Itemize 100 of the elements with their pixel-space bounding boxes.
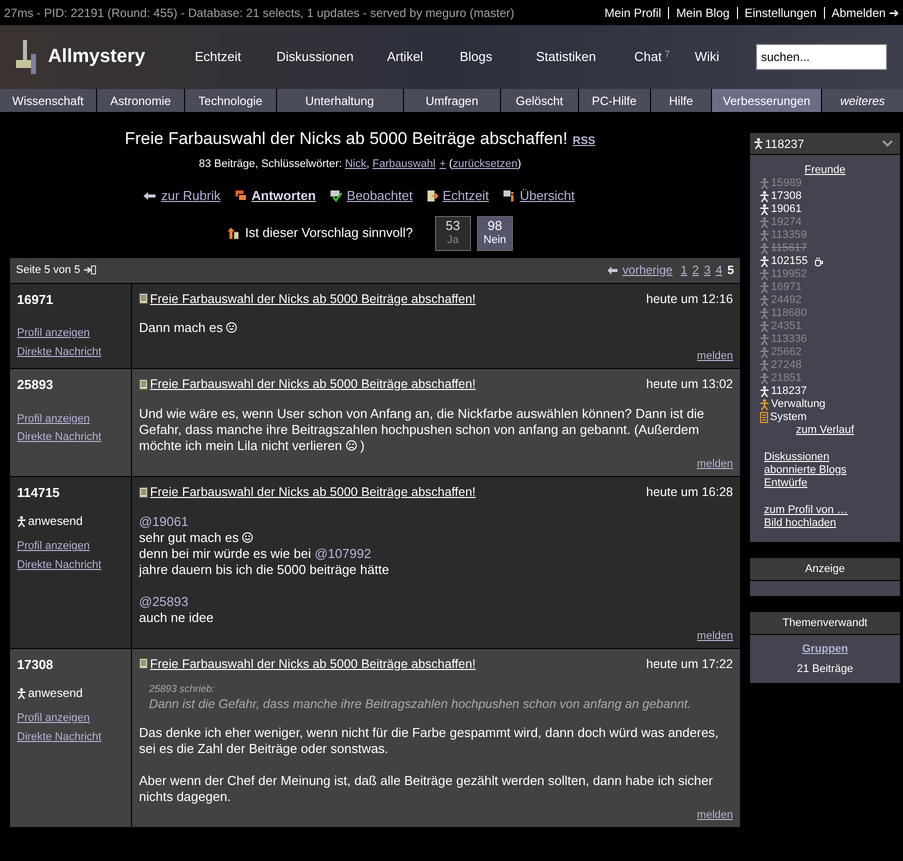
friend-link[interactable]: 118237	[771, 385, 807, 398]
sidebar-link[interactable]: zum Profil von …	[764, 504, 848, 517]
info-bubble-icon	[502, 190, 515, 202]
username: 118237	[765, 136, 804, 152]
action-link[interactable]: Beobachtet	[346, 186, 413, 206]
top-link[interactable]: Mein Blog	[676, 4, 730, 22]
nav-link[interactable]: Artikel	[370, 47, 440, 67]
post-title-link[interactable]: Freie Farbauswahl der Nicks ab 5000 Beiträge abschaffen!	[150, 482, 476, 502]
poll-vote-button[interactable]: 98 Nein	[476, 216, 513, 250]
jump-arrow-icon	[84, 265, 96, 275]
friend-link[interactable]: Verwaltung	[771, 398, 826, 411]
profile-link[interactable]: Direkte Nachricht	[17, 344, 102, 360]
rss-link[interactable]: RSS	[572, 133, 596, 150]
mention-link[interactable]: @107992	[314, 546, 372, 560]
mention-link[interactable]: @25893	[139, 594, 188, 608]
report-link[interactable]: melden	[696, 458, 733, 471]
quote-author: 25893 schrieb:	[149, 683, 216, 698]
mention-link[interactable]: @19061	[139, 514, 188, 528]
post-text: jahre dauern bis ich die 5000 beiträge hätte	[139, 562, 390, 578]
profile-link[interactable]: Profil anzeigen	[17, 325, 90, 342]
search-field[interactable]: suchen...	[756, 44, 887, 70]
profile-link[interactable]: Direkte Nachricht	[17, 556, 102, 574]
post-title-link[interactable]: Freie Farbauswahl der Nicks ab 5000 Beiträge abschaffen!	[150, 375, 476, 394]
category-tab[interactable]: Unterhaltung	[276, 89, 403, 112]
friend-link[interactable]: 19061	[771, 203, 802, 216]
page-link[interactable]: 5	[727, 261, 734, 279]
presence-status: anwesend	[28, 685, 83, 702]
smiley-icon	[242, 532, 254, 542]
nav-link[interactable]: Chat $^{7}$	[620, 47, 684, 67]
action-link[interactable]: zur Rubrik	[161, 186, 220, 206]
category-tab[interactable]: weiteres	[822, 89, 903, 112]
sidebar-link[interactable]: Bild hochladen	[764, 517, 836, 530]
nav-link[interactable]: Diskussionen	[260, 47, 370, 67]
person-icon	[760, 373, 769, 384]
history-link[interactable]: zum Verlauf	[796, 424, 854, 436]
person-icon	[760, 399, 769, 410]
nav-link[interactable]: Echtzeit	[176, 47, 260, 67]
top-link[interactable]: Einstellungen	[744, 4, 817, 22]
report-link[interactable]: melden	[696, 809, 733, 822]
profile-link[interactable]: Profil anzeigen	[17, 710, 90, 726]
document-icon	[139, 486, 148, 498]
site-logo-text: Allmystery	[48, 44, 146, 69]
previous-page-link[interactable]: vorherige	[622, 261, 673, 279]
category-tab[interactable]: PC-Hilfe	[578, 89, 650, 112]
nav-link[interactable]: Statistiken	[512, 47, 620, 67]
post-text: Und wie wäre es, wenn User schon von Anfang an, die Nickfarbe auswählen können? Dann ist die Gefahr, dass manche ihre Beitragszahlen hochpushen schon von anfang an gebannt. (Außerdem möchte ich mein Lila nicht verlieren )	[139, 406, 706, 454]
category-tab[interactable]: Gelöscht	[501, 89, 578, 112]
thread-meta: 83 Beiträge, Schlüsselwörter: Nick, Farbauswahl + (zurücksetzen)	[198, 156, 522, 172]
page-link[interactable]: 4	[716, 261, 722, 279]
report-link[interactable]: melden	[696, 350, 733, 363]
nav-link[interactable]: Wiki	[684, 47, 730, 67]
poll-vote-button[interactable]: 53 Ja	[434, 216, 471, 250]
logo-icon	[16, 40, 38, 74]
profile-link[interactable]: Direkte Nachricht	[17, 728, 102, 745]
person-icon	[760, 347, 769, 358]
report-link[interactable]: melden	[696, 630, 733, 642]
category-tab[interactable]: Wissenschaft	[0, 89, 96, 112]
document-icon	[760, 412, 768, 423]
related-group-link[interactable]: Gruppen	[802, 641, 848, 658]
top-link[interactable]: Mein Profil	[604, 4, 662, 22]
friend-link[interactable]: 102155	[771, 255, 808, 268]
page-link[interactable]: 1	[680, 261, 688, 279]
page-link[interactable]: 2	[692, 261, 699, 279]
post-title-link[interactable]: Freie Farbauswahl der Nicks ab 5000 Beiträge abschaffen!	[150, 290, 476, 308]
post-text: denn bei mir würde es wie bei @107992	[139, 546, 372, 562]
sidebar-link[interactable]: Entwürfe	[764, 477, 808, 490]
page-count-text: Seite 5 von 5	[16, 262, 80, 278]
user-menu-header[interactable]: 118237	[750, 133, 900, 155]
person-icon	[760, 334, 769, 345]
keyword-link[interactable]: +	[439, 158, 446, 170]
friends-heading-link[interactable]: Freunde	[804, 164, 846, 176]
profile-link[interactable]: Direkte Nachricht	[17, 429, 102, 446]
category-tab[interactable]: Verbesserungen	[712, 89, 822, 112]
action-link[interactable]: Echtzeit	[442, 186, 489, 206]
friend-link[interactable]: System	[770, 411, 807, 424]
top-link[interactable]: Abmelden ➔	[832, 4, 899, 22]
sidebar-link[interactable]: abonnierte Blogs	[764, 464, 847, 477]
author-name: 114715	[17, 484, 61, 502]
profile-link[interactable]: Profil anzeigen	[17, 538, 90, 555]
person-icon	[760, 269, 769, 280]
friend-link[interactable]: 17308	[771, 190, 802, 203]
post-time: heute um 13:02	[646, 376, 733, 393]
category-tab[interactable]: Astronomie	[96, 89, 184, 112]
keyword-link[interactable]: Farbauswahl	[372, 158, 436, 170]
action-link[interactable]: Antworten	[252, 186, 316, 206]
profile-link[interactable]: Profil anzeigen	[17, 410, 90, 427]
keyword-link[interactable]: zurücksetzen	[452, 158, 518, 170]
document-icon	[139, 658, 148, 670]
sidebar-link[interactable]: Diskussionen	[764, 451, 830, 464]
category-tab[interactable]: Technologie	[185, 89, 276, 112]
keyword-link[interactable]: Nick	[344, 158, 366, 170]
page-link[interactable]: 3	[704, 261, 711, 279]
action-link[interactable]: Übersicht	[520, 186, 575, 206]
person-icon	[760, 191, 769, 202]
nav-link[interactable]: Blogs	[440, 47, 512, 67]
category-tab[interactable]: Umfragen	[404, 89, 500, 112]
person-icon	[760, 295, 769, 306]
quote-text: Dann ist die Gefahr, dass manche ihre Beitragszahlen hochpushen schon von anfang an gebannt.	[149, 697, 692, 712]
category-tab[interactable]: Hilfe	[650, 89, 712, 112]
post-title-link[interactable]: Freie Farbauswahl der Nicks ab 5000 Beiträge abschaffen!	[150, 654, 476, 674]
